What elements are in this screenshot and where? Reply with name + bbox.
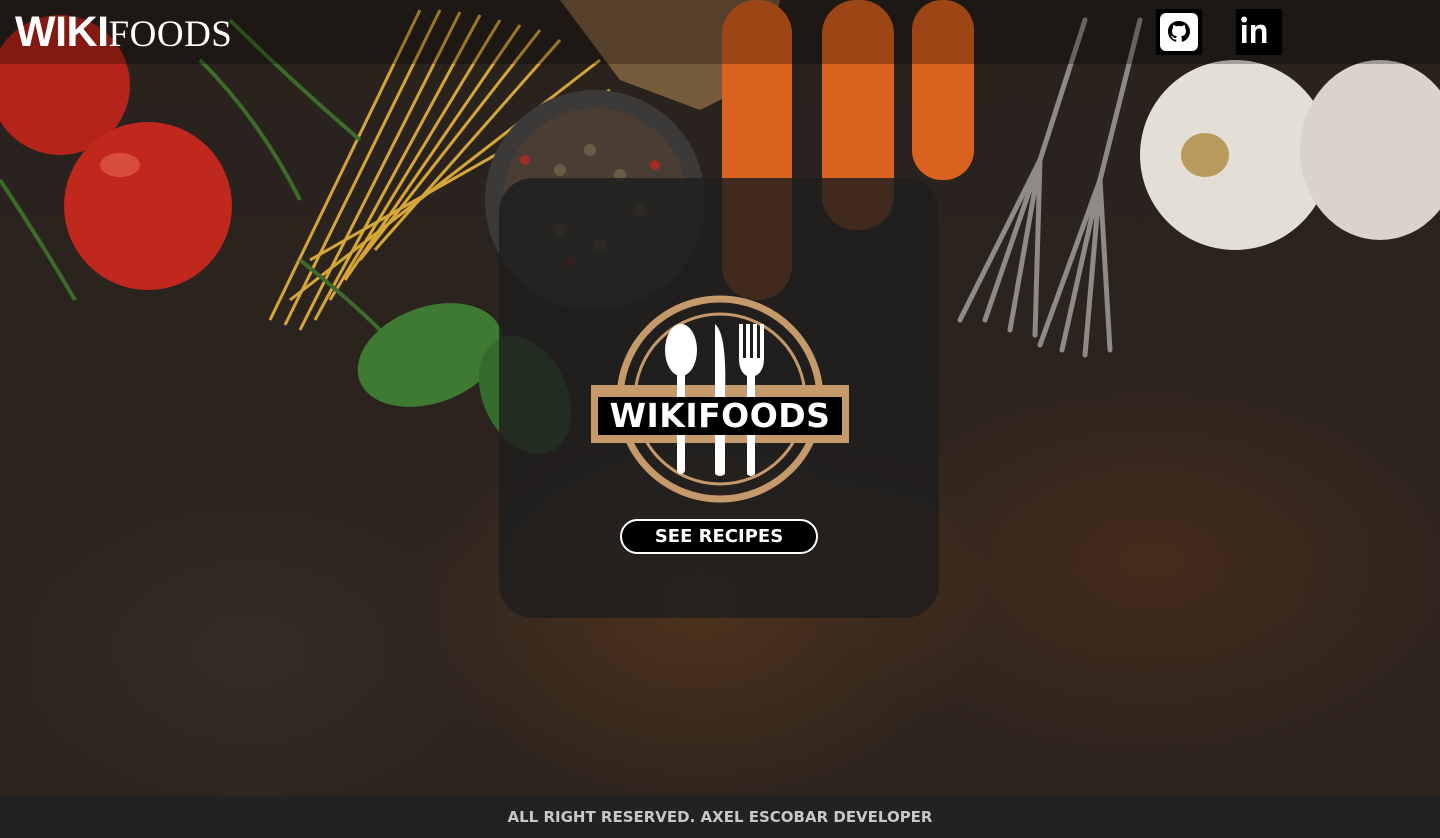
footer-text: ALL RIGHT RESERVED. AXEL ESCOBAR DEVELOP… (507, 808, 933, 826)
github-link[interactable] (1156, 9, 1202, 55)
github-icon (1160, 13, 1198, 51)
linkedin-link[interactable] (1236, 9, 1282, 55)
brand-wiki: WIKI (15, 8, 109, 56)
footer: ALL RIGHT RESERVED. AXEL ESCOBAR DEVELOP… (0, 796, 1440, 838)
linkedin-icon (1241, 16, 1267, 43)
hero-card: WIKIFOODS SEE RECIPES (499, 178, 939, 618)
see-recipes-button[interactable]: SEE RECIPES (620, 519, 818, 554)
brand-logo-link[interactable]: WIKI FOODS (15, 8, 232, 56)
emblem-label: WIKIFOODS (589, 397, 851, 435)
wikifoods-emblem: WIKIFOODS (589, 294, 851, 504)
emblem-title: WIKIFOODS (597, 397, 843, 435)
header-bar: WIKI FOODS (0, 0, 1440, 64)
brand-foods: FOODS (108, 14, 233, 55)
